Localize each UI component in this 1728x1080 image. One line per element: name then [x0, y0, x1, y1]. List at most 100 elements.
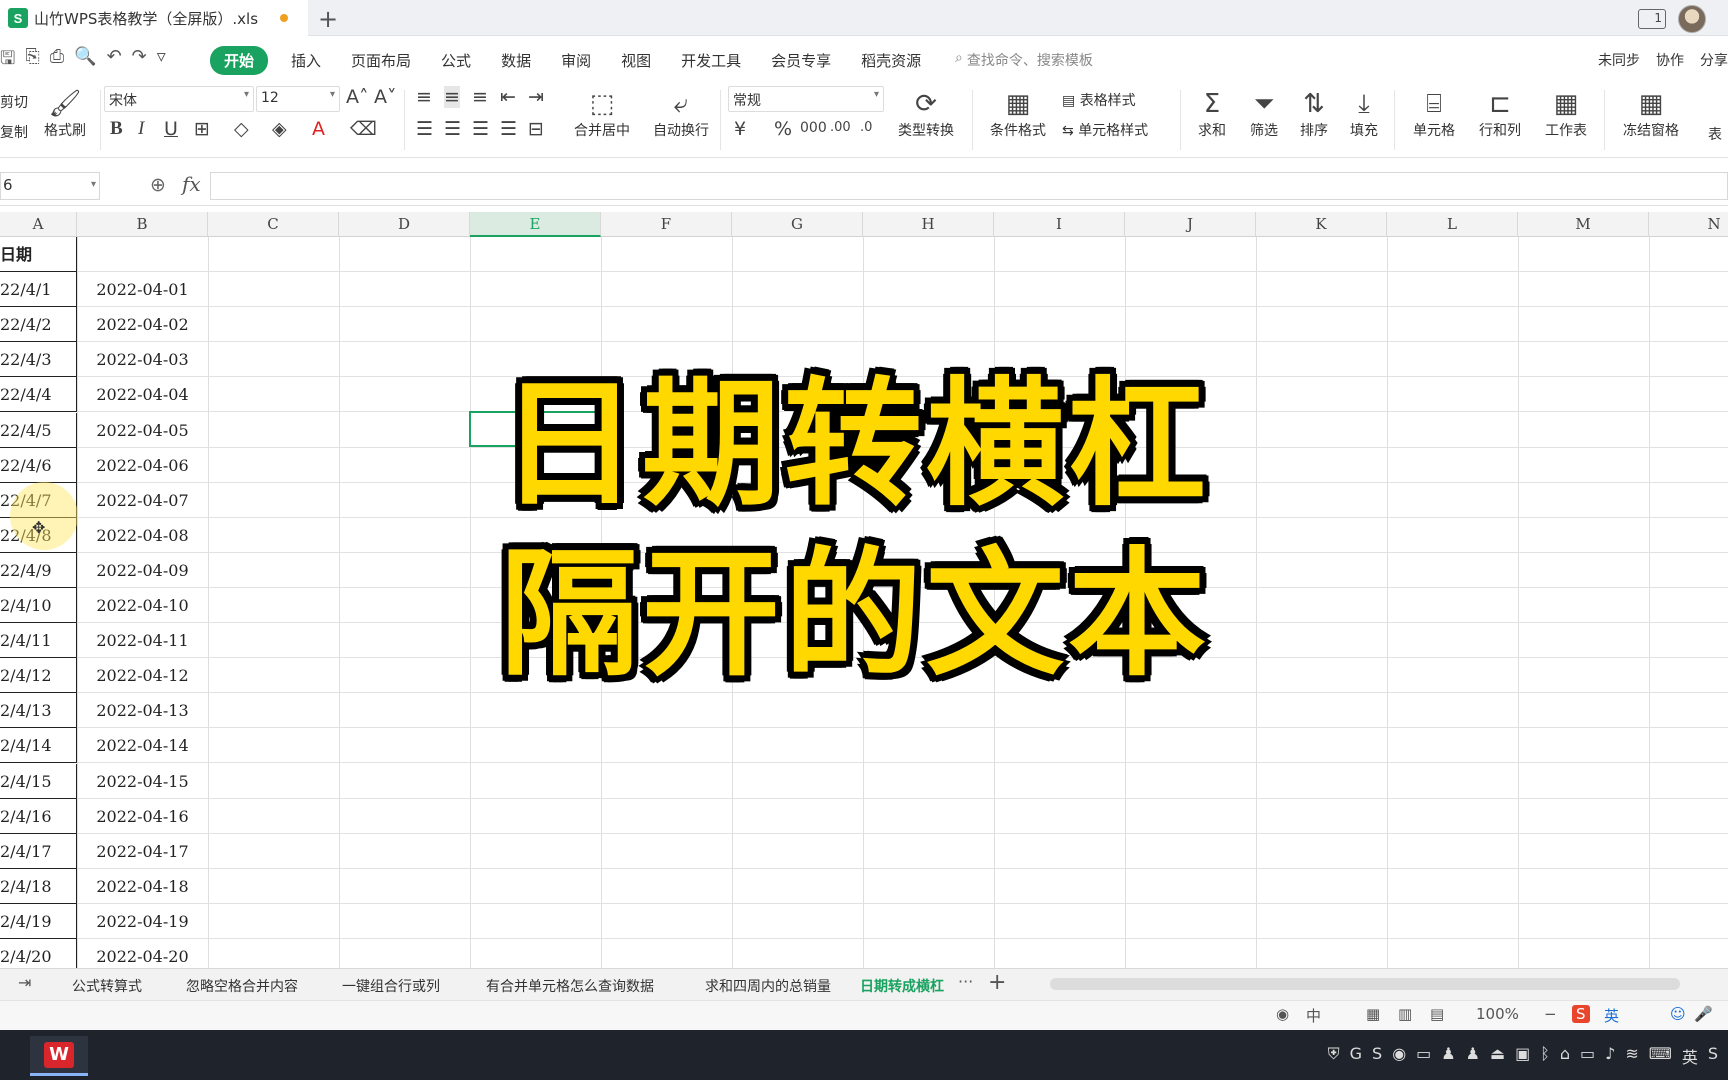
menu-data[interactable]: 数据 — [486, 46, 546, 75]
align-right-icon[interactable]: ☰ — [472, 118, 489, 140]
window-layout-icon[interactable]: 1 — [1638, 9, 1666, 29]
cell-button[interactable]: ⌸ 单元格 — [1406, 88, 1462, 140]
sheet-tab[interactable]: 有合并单元格怎么查询数据 — [486, 976, 654, 996]
redo-icon[interactable]: ↷ — [132, 46, 147, 76]
border-icon[interactable]: ⊞ — [194, 118, 210, 140]
sheet-tab[interactable]: 忽略空格合并内容 — [186, 976, 298, 996]
normal-view-icon[interactable]: ▦ — [1366, 1005, 1380, 1023]
bold-icon[interactable]: B — [110, 118, 123, 140]
document-tab[interactable]: S 山竹WPS表格教学（全屏版）.xls — [0, 0, 308, 36]
cell-a[interactable]: 2/4/12 — [0, 658, 77, 694]
cell-a[interactable]: 2/4/11 — [0, 623, 77, 659]
cell-a[interactable]: 2/4/17 — [0, 833, 77, 869]
column-header[interactable]: I — [994, 212, 1125, 237]
align-middle-icon[interactable]: ≡ — [444, 86, 460, 108]
zoom-level[interactable]: 100% — [1476, 1005, 1519, 1023]
sort-button[interactable]: ⇅ 排序 — [1294, 88, 1334, 140]
new-tab-button[interactable]: + — [318, 5, 338, 33]
cell-b[interactable]: 2022-04-18 — [77, 869, 208, 904]
cell-a[interactable]: 22/4/1 — [0, 272, 77, 308]
sheet-tab[interactable]: 一键组合行或列 — [342, 976, 440, 996]
zoom-formula-icon[interactable]: ⊕ — [150, 174, 166, 196]
align-left-icon[interactable]: ☰ — [416, 118, 433, 140]
share-button[interactable]: 分享 — [1700, 50, 1728, 70]
column-header[interactable]: G — [732, 212, 863, 237]
name-box[interactable]: 6 ▾ — [0, 172, 100, 200]
row-col-button[interactable]: ⊏ 行和列 — [1472, 88, 1528, 140]
sogou-tray-icon-2[interactable]: S — [1708, 1044, 1718, 1068]
ime-lang-indicator[interactable]: 英 — [1604, 1005, 1619, 1026]
font-name-select[interactable]: 宋体 ▾ — [104, 86, 254, 112]
align-bottom-icon[interactable]: ≡ — [472, 86, 488, 108]
menu-view[interactable]: 视图 — [606, 46, 666, 75]
clear-format-icon[interactable]: ⌫ — [350, 118, 377, 140]
underline-icon[interactable]: U — [164, 118, 178, 140]
export-icon[interactable]: ⎘ — [25, 46, 39, 76]
active-cell[interactable] — [469, 411, 601, 447]
menu-review[interactable]: 审阅 — [546, 46, 606, 75]
decrease-indent-icon[interactable]: ⇤ — [500, 86, 516, 108]
sheet-tab[interactable]: 公式转算式 — [72, 976, 142, 996]
menu-member[interactable]: 会员专享 — [756, 46, 846, 75]
cell-b[interactable]: 2022-04-07 — [77, 483, 208, 518]
volume-icon[interactable]: ♪ — [1605, 1044, 1615, 1068]
last-sheet-icon[interactable]: ⇥ — [18, 973, 31, 992]
cell-a[interactable]: 2/4/20 — [0, 939, 77, 968]
cell-b[interactable]: 2022-04-15 — [77, 764, 208, 799]
cell-a[interactable]: 22/4/6 — [0, 447, 77, 483]
column-header[interactable]: L — [1387, 212, 1518, 237]
cell-a[interactable]: 2/4/16 — [0, 798, 77, 834]
cell-b[interactable]: 2022-04-06 — [77, 448, 208, 483]
tray-ime-indicator[interactable]: 英 — [1682, 1044, 1698, 1068]
screen-icon[interactable]: ▣ — [1515, 1044, 1530, 1068]
table-style-button[interactable]: ▤ 表格样式 — [1062, 90, 1136, 110]
italic-icon[interactable]: I — [138, 118, 144, 140]
shield-icon[interactable]: ⛨ — [1328, 1044, 1340, 1068]
chat-icon[interactable]: ▭ — [1416, 1044, 1431, 1068]
emoji-icon[interactable]: ☺ — [1670, 1005, 1686, 1023]
column-header[interactable]: H — [863, 212, 994, 237]
eye-protection-icon[interactable]: ◉ — [1276, 1005, 1289, 1023]
page-layout-view-icon[interactable]: ▥ — [1398, 1005, 1412, 1023]
sheet-tab[interactable]: 求和四周内的总销量 — [705, 976, 831, 996]
column-header[interactable]: A — [0, 212, 77, 237]
conditional-format-button[interactable]: ▦ 条件格式 — [984, 88, 1052, 140]
battery-icon[interactable]: ▭ — [1580, 1044, 1595, 1068]
cut-button[interactable]: 剪切 — [0, 92, 28, 112]
auto-wrap-button[interactable]: ⤶ 自动换行 — [648, 88, 714, 140]
font-size-select[interactable]: 12 ▾ — [256, 86, 340, 112]
horizontal-scrollbar[interactable] — [1050, 978, 1680, 990]
column-header[interactable]: B — [77, 212, 208, 237]
cell-b[interactable]: 2022-04-12 — [77, 658, 208, 693]
column-header[interactable]: F — [601, 212, 732, 237]
fill-color-icon[interactable]: ◈ — [272, 118, 287, 140]
cell-a-header[interactable]: 日期 — [0, 237, 77, 272]
worksheet-button[interactable]: ▦ 工作表 — [1538, 88, 1594, 140]
align-center-icon[interactable]: ☰ — [444, 118, 461, 140]
cell-a[interactable]: 2/4/14 — [0, 728, 77, 764]
increase-indent-icon[interactable]: ⇥ — [528, 86, 544, 108]
thousands-icon[interactable]: 000 — [800, 120, 827, 136]
undo-icon[interactable]: ↶ — [107, 46, 122, 76]
column-header[interactable]: E — [470, 212, 601, 237]
zoom-out-icon[interactable]: − — [1544, 1005, 1557, 1023]
wifi-icon[interactable]: ≋ — [1625, 1044, 1638, 1068]
add-sheet-button[interactable]: + — [988, 970, 1006, 995]
input-lang-indicator[interactable]: 中 — [1306, 1005, 1321, 1026]
print-preview-icon[interactable]: 🔍 — [74, 46, 96, 76]
cell-b[interactable]: 2022-04-01 — [77, 272, 208, 307]
cell-b[interactable]: 2022-04-16 — [77, 799, 208, 834]
menu-resources[interactable]: 稻壳资源 — [846, 46, 936, 75]
collaborate-button[interactable]: 协作 — [1656, 50, 1684, 70]
keyboard-icon[interactable]: ⌨ — [1649, 1044, 1672, 1068]
shading-icon[interactable]: ◇ — [234, 118, 249, 140]
cell-a[interactable]: 22/4/4 — [0, 377, 77, 413]
sheet-tab-active[interactable]: 日期转成横杠 — [860, 976, 944, 996]
customize-icon[interactable]: ▿ — [157, 46, 166, 76]
filter-button[interactable]: ⏷ 筛选 — [1244, 88, 1284, 140]
cell-b[interactable]: 2022-04-04 — [77, 377, 208, 412]
font-shrink-icon[interactable]: A˅ — [374, 86, 397, 108]
font-color-icon[interactable]: A — [312, 118, 325, 140]
print-icon[interactable]: ⎙ — [50, 46, 64, 76]
number-format-select[interactable]: 常规 ▾ — [728, 86, 884, 112]
